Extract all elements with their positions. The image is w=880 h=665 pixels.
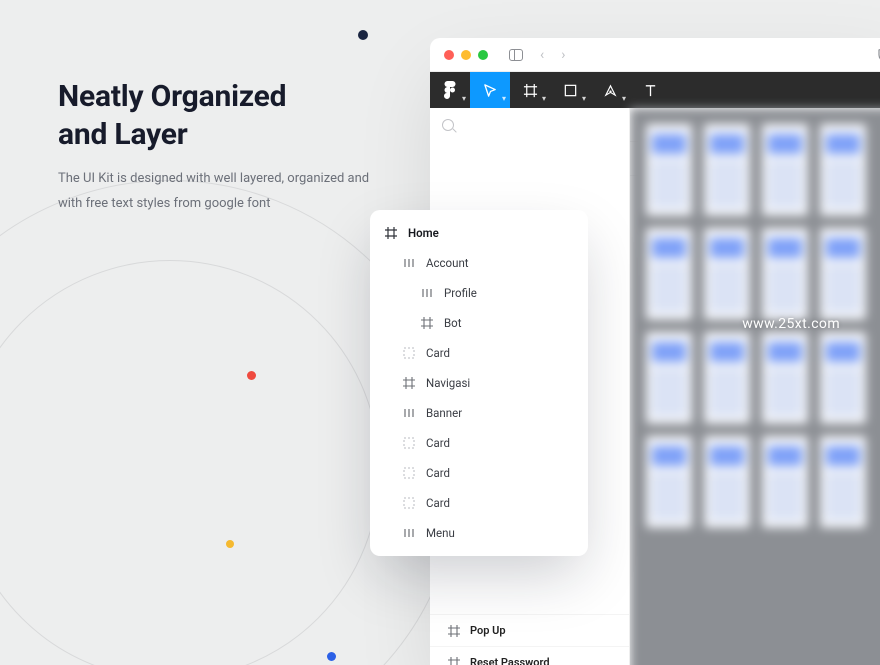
layer-item-bot[interactable]: Bot: [370, 308, 588, 338]
artboard-thumb[interactable]: [704, 124, 750, 216]
nav-back-icon[interactable]: ‹: [540, 47, 544, 63]
nav-forward-icon[interactable]: ›: [561, 47, 565, 63]
layer-label: Navigasi: [426, 376, 470, 390]
page-item[interactable]: Pop Up: [430, 614, 629, 646]
shape-tool-icon[interactable]: ▾: [550, 72, 590, 108]
autolayout-horizontal-icon: [402, 407, 416, 419]
canvas[interactable]: [630, 108, 880, 665]
frame-icon: [448, 657, 460, 665]
pen-tool-icon[interactable]: ▾: [590, 72, 630, 108]
artboard-thumb[interactable]: [820, 436, 866, 528]
search-icon[interactable]: [442, 119, 454, 131]
autolayout-horizontal-icon: [402, 257, 416, 269]
layer-item-home[interactable]: Home: [370, 218, 588, 248]
traffic-light-minimize-icon[interactable]: [461, 50, 471, 60]
autolayout-horizontal-icon: [402, 527, 416, 539]
decor-dot: [327, 652, 336, 661]
layer-label: Card: [426, 346, 450, 360]
artboard-thumb[interactable]: [820, 124, 866, 216]
decor-dot: [226, 540, 234, 548]
mac-titlebar: ‹ ›: [430, 38, 880, 72]
traffic-light-close-icon[interactable]: [444, 50, 454, 60]
layer-label: Bot: [444, 316, 462, 330]
artboard-thumb[interactable]: [704, 228, 750, 320]
autolayout-horizontal-icon: [420, 287, 434, 299]
frame-icon: [402, 377, 416, 389]
page-label: Reset Password: [470, 656, 550, 665]
layers-popover: Home Account Profile Bot Card Navigasi B…: [370, 210, 588, 556]
headline-line: and Layer: [58, 117, 188, 152]
layer-label: Card: [426, 436, 450, 450]
layer-label: Menu: [426, 526, 455, 540]
layer-label: Home: [408, 226, 439, 240]
layer-label: Profile: [444, 286, 477, 300]
artboard-thumb[interactable]: [820, 228, 866, 320]
artboard-thumb[interactable]: [704, 332, 750, 424]
page-list-bottom: Pop Up Reset Password: [430, 614, 629, 665]
layer-label: Card: [426, 466, 450, 480]
page-item[interactable]: Reset Password: [430, 646, 629, 665]
layer-label: Banner: [426, 406, 462, 420]
headline-line: Neatly Organized: [58, 79, 286, 114]
artboard-thumb[interactable]: [762, 228, 808, 320]
figma-menu-icon[interactable]: ▾: [430, 72, 470, 108]
layer-item-card[interactable]: Card: [370, 338, 588, 368]
layer-item-navigasi[interactable]: Navigasi: [370, 368, 588, 398]
frame-icon: [420, 317, 434, 329]
layer-label: Account: [426, 256, 469, 270]
watermark: www.25xt.com: [742, 316, 840, 332]
move-tool-icon[interactable]: ▾: [470, 72, 510, 108]
layer-item-card[interactable]: Card: [370, 488, 588, 518]
artboard-thumb[interactable]: [646, 332, 692, 424]
artboard-thumb[interactable]: [704, 436, 750, 528]
subcopy: The UI Kit is designed with well layered…: [58, 167, 388, 216]
layer-item-card[interactable]: Card: [370, 428, 588, 458]
layer-item-banner[interactable]: Banner: [370, 398, 588, 428]
layer-item-card[interactable]: Card: [370, 458, 588, 488]
layer-item-account[interactable]: Account: [370, 248, 588, 278]
artboard-thumb[interactable]: [762, 332, 808, 424]
figma-toolbar: ▾ ▾ ▾ ▾ ▾: [430, 72, 880, 108]
sidebar-toggle-icon[interactable]: [509, 49, 523, 61]
group-icon: [402, 497, 416, 509]
artboard-thumb[interactable]: [820, 332, 866, 424]
group-icon: [402, 347, 416, 359]
artboard-thumb[interactable]: [646, 228, 692, 320]
layer-item-profile[interactable]: Profile: [370, 278, 588, 308]
artboard-thumb[interactable]: [646, 124, 692, 216]
layer-label: Card: [426, 496, 450, 510]
frame-tool-icon[interactable]: ▾: [510, 72, 550, 108]
group-icon: [402, 467, 416, 479]
artboard-thumb[interactable]: [762, 124, 808, 216]
traffic-light-zoom-icon[interactable]: [478, 50, 488, 60]
layer-item-menu[interactable]: Menu: [370, 518, 588, 548]
text-tool-icon[interactable]: [630, 72, 670, 108]
decor-dot: [247, 371, 256, 380]
frame-icon: [384, 227, 398, 239]
artboard-thumb[interactable]: [646, 436, 692, 528]
artboard-thumb[interactable]: [762, 436, 808, 528]
headline: Neatly Organized and Layer: [58, 78, 388, 153]
group-icon: [402, 437, 416, 449]
decor-dot: [358, 30, 368, 40]
frame-icon: [448, 625, 460, 637]
page-label: Pop Up: [470, 624, 506, 637]
